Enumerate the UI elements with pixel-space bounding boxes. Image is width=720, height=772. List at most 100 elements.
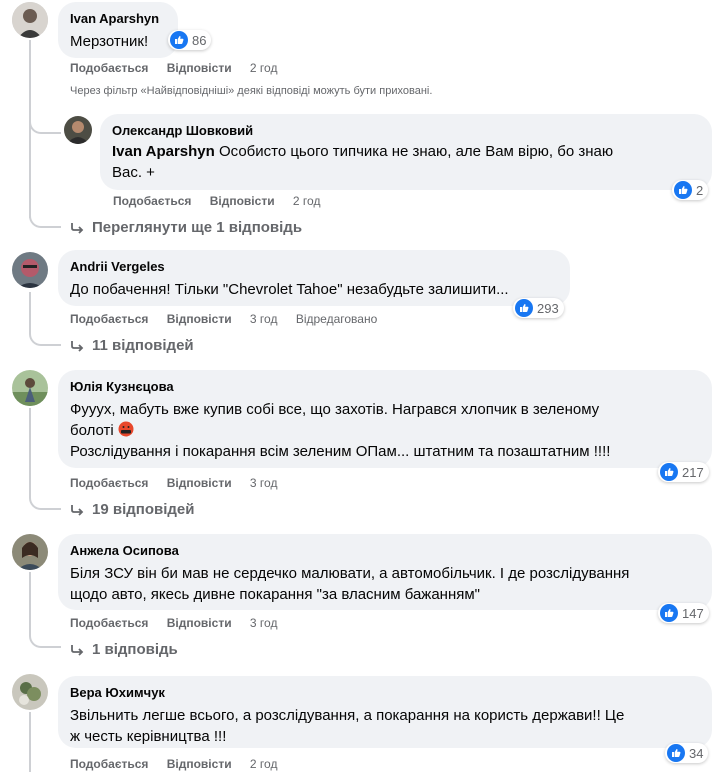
comment-author[interactable]: Ivan Aparshyn (70, 10, 166, 27)
reply-text: Ivan Aparshyn Особисто цього типчика не … (112, 141, 700, 162)
like-button[interactable]: Подобається (113, 193, 191, 209)
comment-text-line: Розслідування і покарання всім зеленим О… (70, 443, 611, 460)
avatar[interactable] (12, 674, 48, 710)
view-replies[interactable]: 1 відповідь (70, 641, 178, 658)
reply-arrow-icon (71, 644, 84, 656)
reaction-badge[interactable]: 34 (665, 743, 709, 763)
like-count: 217 (682, 464, 704, 480)
comment-text-line: Біля ЗСУ він би мав не сердечко малювати… (70, 565, 630, 582)
thread-connector (29, 120, 61, 134)
mention-link[interactable]: Ivan Aparshyn (112, 143, 215, 160)
avatar-photo-icon (12, 2, 48, 38)
avatar-photo-icon (12, 370, 48, 406)
view-more-replies[interactable]: Переглянути ще 1 відповідь (70, 219, 302, 236)
like-icon (170, 31, 188, 49)
timestamp[interactable]: 3 год (250, 615, 278, 631)
reaction-badge[interactable]: 2 (672, 180, 709, 200)
avatar-photo-icon (12, 674, 48, 710)
timestamp[interactable]: 3 год (250, 475, 278, 491)
face-with-symbols-icon (118, 421, 134, 437)
comment-bubble: Юлія Кузнєцова Фуууx, мабуть вже купив с… (58, 370, 712, 468)
comment-bubble: Andrii Vergeles До побачення! Тільки "Ch… (58, 250, 570, 306)
thread-line (29, 292, 31, 332)
comment-text: До побачення! Тільки "Chevrolet Tahoe" н… (70, 281, 509, 298)
comment-actions: Подобається Відповісти 2 год (70, 756, 292, 772)
filter-note: Через фільтр «Найвідповідніші» деякі від… (70, 85, 433, 97)
view-replies-label: 19 відповідей (92, 501, 195, 518)
timestamp[interactable]: 3 год (250, 311, 278, 327)
reaction-badge[interactable]: 293 (513, 298, 564, 318)
comment-actions: Подобається Відповісти 2 год (70, 60, 292, 76)
comment-author[interactable]: Вера Юхимчук (70, 684, 700, 701)
like-count: 2 (696, 182, 704, 198)
view-replies-label: 11 відповідей (92, 337, 194, 354)
comment-text-line: Фуууx, мабуть вже купив собі все, що зах… (70, 401, 600, 418)
like-button[interactable]: Подобається (70, 615, 148, 631)
timestamp[interactable]: 2 год (250, 60, 278, 76)
like-count: 147 (682, 605, 704, 621)
reply-text-line: Вас. + (112, 164, 155, 181)
like-count: 86 (192, 32, 207, 48)
like-icon (660, 463, 678, 481)
comment-text: Мерзотник! (70, 33, 149, 50)
avatar[interactable] (12, 534, 48, 570)
comment-actions: Подобається Відповісти 3 год (70, 475, 292, 491)
reply-button[interactable]: Відповісти (167, 311, 232, 327)
avatar[interactable] (64, 116, 92, 144)
comment-author[interactable]: Анжела Осипова (70, 542, 700, 559)
like-button[interactable]: Подобається (70, 475, 148, 491)
comment-text-line: Звільнить легше всього, а розслідування,… (70, 707, 625, 724)
comment-author[interactable]: Юлія Кузнєцова (70, 378, 700, 395)
comment-text-line: ж честь керівництва !!! (70, 728, 227, 745)
like-count: 34 (689, 745, 704, 761)
thread-connector (29, 494, 61, 510)
like-count: 293 (537, 300, 559, 316)
view-replies-label: 1 відповідь (92, 641, 178, 658)
reply-text-part: Особисто цього типчика не знаю, але Вам … (214, 143, 614, 160)
like-icon (515, 299, 533, 317)
reply-button[interactable]: Відповісти (167, 756, 232, 772)
comment-text-part: болоті (70, 422, 114, 439)
reply-actions: Подобається Відповісти 2 год (113, 193, 335, 209)
reply-button[interactable]: Відповісти (167, 475, 232, 491)
comment-text-line: щодо авто, якесь дивне покарання "за вла… (70, 586, 480, 603)
comment-actions: Подобається Відповісти 3 год Відредагова… (70, 311, 392, 327)
thread-line (29, 712, 31, 772)
like-button[interactable]: Подобається (70, 311, 148, 327)
like-icon (660, 604, 678, 622)
thread-connector (29, 632, 61, 648)
view-replies[interactable]: 11 відповідей (70, 337, 194, 354)
comment-author[interactable]: Andrii Vergeles (70, 258, 558, 275)
comment-bubble: Вера Юхимчук Звільнить легше всього, а р… (58, 676, 712, 748)
timestamp[interactable]: 2 год (293, 193, 321, 209)
like-button[interactable]: Подобається (70, 756, 148, 772)
like-button[interactable]: Подобається (70, 60, 148, 76)
reaction-badge[interactable]: 147 (658, 603, 709, 623)
reply-button[interactable]: Відповісти (167, 615, 232, 631)
avatar-photo-icon (12, 534, 48, 570)
reply-author[interactable]: Олександр Шовковий (112, 122, 700, 139)
avatar[interactable] (12, 2, 48, 38)
reply-button[interactable]: Відповісти (167, 60, 232, 76)
reply-button[interactable]: Відповісти (210, 193, 275, 209)
view-replies[interactable]: 19 відповідей (70, 501, 194, 518)
like-icon (674, 181, 692, 199)
edited-label: Відредаговано (295, 312, 378, 326)
thread-connector (29, 330, 61, 346)
comment-bubble: Ivan Aparshyn Мерзотник! (58, 2, 178, 58)
comment-actions: Подобається Відповісти 3 год (70, 615, 292, 631)
reply-bubble: Олександр Шовковий Ivan Aparshyn Особист… (100, 114, 712, 190)
reply-arrow-icon (71, 504, 84, 516)
avatar-photo-icon (64, 116, 92, 144)
avatar[interactable] (12, 252, 48, 288)
avatar[interactable] (12, 370, 48, 406)
view-more-replies-label: Переглянути ще 1 відповідь (92, 219, 303, 236)
comment-text-line: болоті (70, 420, 700, 441)
reaction-badge[interactable]: 86 (168, 30, 212, 50)
thread-line (29, 572, 31, 634)
reply-arrow-icon (71, 222, 84, 234)
avatar-photo-icon (12, 252, 48, 288)
reaction-badge[interactable]: 217 (658, 462, 709, 482)
timestamp[interactable]: 2 год (250, 756, 278, 772)
thread-connector (29, 212, 61, 228)
